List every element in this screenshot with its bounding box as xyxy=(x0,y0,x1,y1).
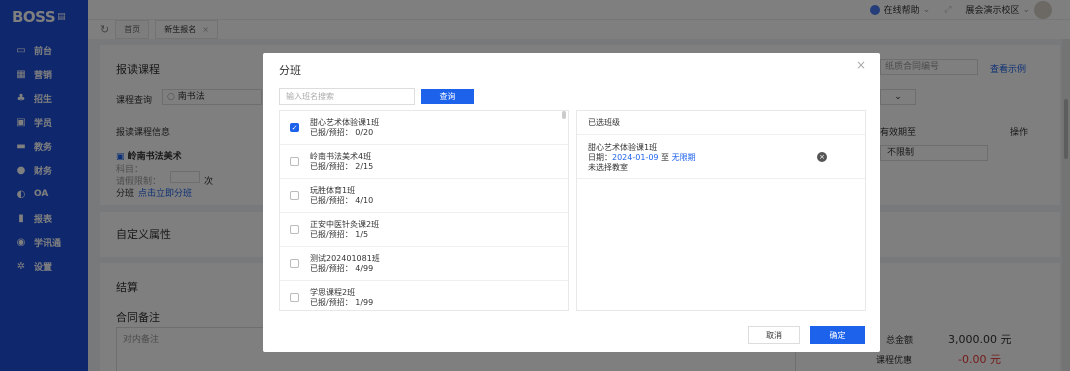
class-stat: 已报/预招： 4/10 xyxy=(310,195,374,205)
dialog-title: 分班 xyxy=(279,64,301,77)
selected-class-item: 甜心艺术体验课1班 日期：2024-01-09 至 无限期 未选择教室 × xyxy=(577,135,865,179)
selected-classes-panel: 已选班级 甜心艺术体验课1班 日期：2024-01-09 至 无限期 未选择教室… xyxy=(576,110,866,311)
class-name: 学思课程2班 xyxy=(310,287,356,297)
class-stat: 已报/预招： 1/5 xyxy=(310,229,369,239)
selected-class-name: 甜心艺术体验课1班 xyxy=(588,143,658,152)
checkbox[interactable] xyxy=(290,225,299,234)
class-stat: 已报/预招： 2/15 xyxy=(310,161,374,171)
checkbox[interactable] xyxy=(290,259,299,268)
remove-icon[interactable]: × xyxy=(817,152,827,162)
confirm-button[interactable]: 确定 xyxy=(810,326,865,344)
class-name: 岭南书法美术4班 xyxy=(310,151,372,161)
list-item[interactable]: 玩胜体育1班 已报/预招： 4/10 xyxy=(280,179,568,213)
class-name: 玩胜体育1班 xyxy=(310,185,356,195)
selected-header: 已选班级 xyxy=(577,111,865,135)
date-start[interactable]: 2024-01-09 xyxy=(612,153,659,162)
list-scrollbar[interactable] xyxy=(562,111,566,119)
class-stat: 已报/预招： 1/99 xyxy=(310,297,374,307)
class-name: 测试202401081班 xyxy=(310,253,380,263)
class-list[interactable]: ✓ 甜心艺术体验课1班 已报/预招： 0/20 岭南书法美术4班 已报/预招： 2/1… xyxy=(279,110,569,311)
class-name: 甜心艺术体验课1班 xyxy=(310,117,380,127)
class-name: 正安中医针灸课2班 xyxy=(310,219,380,229)
selected-class-date: 日期：2024-01-09 至 无限期 xyxy=(588,153,854,163)
list-item[interactable]: 测试202401081班 已报/预招： 4/99 xyxy=(280,247,568,281)
search-button[interactable]: 查询 xyxy=(421,89,474,104)
selected-class-room: 未选择教室 xyxy=(588,163,628,172)
list-item[interactable]: 岭南书法美术4班 已报/预招： 2/15 xyxy=(280,145,568,179)
checkbox[interactable] xyxy=(290,293,299,302)
class-stat: 已报/预招： 4/99 xyxy=(310,263,374,273)
assign-class-dialog: 分班 × 查询 ✓甜心艺术体验课1班已报/预招： 0/20 岭南书法美术4班已报… xyxy=(263,53,880,352)
date-separator: 至 xyxy=(661,153,670,162)
checkbox[interactable] xyxy=(290,191,299,200)
checkbox-checked[interactable]: ✓ xyxy=(290,123,299,132)
list-item[interactable]: 正安中医针灸课2班 已报/预招： 1/5 xyxy=(280,213,568,247)
date-end[interactable]: 无限期 xyxy=(672,153,696,162)
date-label: 日期： xyxy=(588,153,612,162)
close-icon[interactable]: × xyxy=(856,58,866,72)
cancel-button[interactable]: 取消 xyxy=(748,326,800,344)
list-item[interactable]: 学思课程2班 已报/预招： 1/99 xyxy=(280,281,568,310)
class-stat: 已报/预招： 0/20 xyxy=(310,127,374,137)
class-search-input[interactable] xyxy=(279,88,415,105)
checkbox[interactable] xyxy=(290,157,299,166)
list-item[interactable]: ✓ 甜心艺术体验课1班 已报/预招： 0/20 xyxy=(280,111,568,145)
